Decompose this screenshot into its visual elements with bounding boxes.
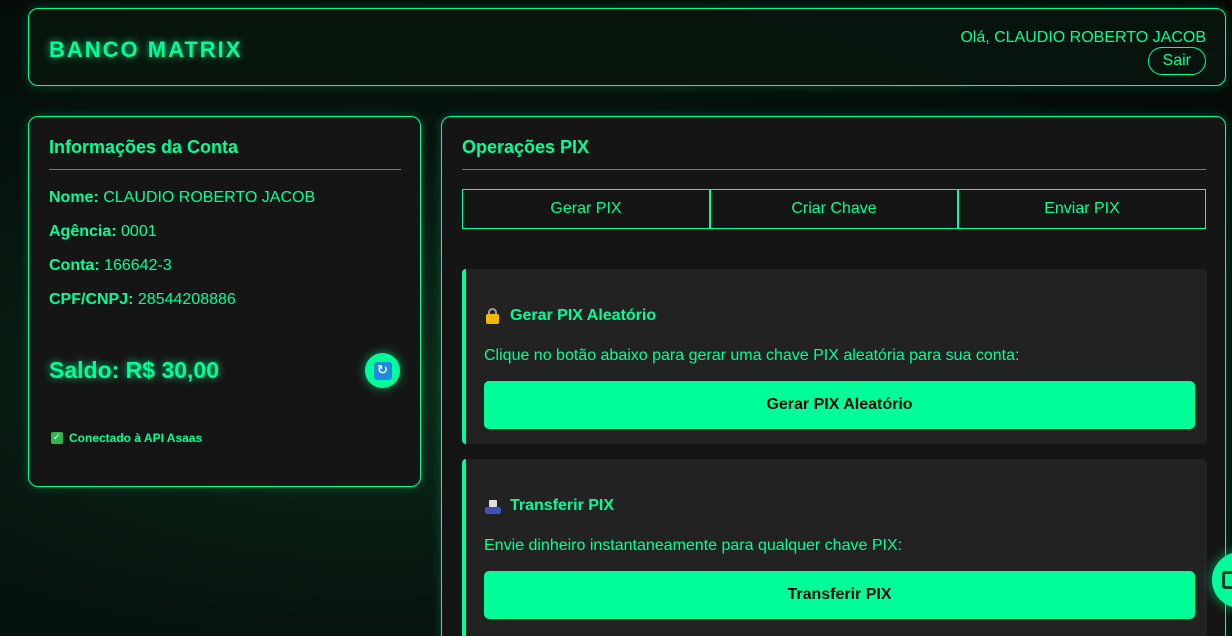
account-info-title: Informações da Conta	[49, 137, 239, 157]
refresh-icon: ↻	[373, 361, 392, 380]
api-status-text: Conectado à API Asaas	[69, 431, 203, 445]
generate-pix-button[interactable]: Gerar PIX Aleatório	[484, 381, 1195, 429]
card-description: Envie dinheiro instantaneamente para qua…	[484, 537, 903, 554]
field-value: 166642-3	[104, 257, 172, 274]
chat-icon	[1222, 571, 1232, 589]
card-description: Clique no botão abaixo para gerar uma ch…	[484, 347, 1020, 364]
account-name-row: Nome: CLAUDIO ROBERTO JACOB	[49, 189, 315, 207]
balance-value: R$ 30,00	[125, 357, 220, 383]
account-number-row: Conta: 166642-3	[49, 257, 172, 275]
api-status: ✓ Conectado à API Asaas	[51, 431, 202, 445]
lock-icon	[484, 308, 502, 324]
transfer-pix-card: Transferir PIX Envie dinheiro instantane…	[462, 459, 1207, 636]
check-icon: ✓	[51, 432, 63, 444]
tab-enviar-pix[interactable]: Enviar PIX	[958, 189, 1206, 229]
account-agency-row: Agência: 0001	[49, 223, 157, 241]
transfer-pix-button[interactable]: Transferir PIX	[484, 571, 1195, 619]
field-label: CPF/CNPJ:	[49, 291, 134, 308]
pix-tabs: Gerar PIX Criar Chave Enviar PIX	[462, 189, 1206, 229]
field-value: 28544208886	[137, 291, 236, 308]
app-header: BANCO MATRIX Olá, CLAUDIO ROBERTO JACOB …	[28, 8, 1226, 86]
field-label: Nome:	[49, 189, 99, 206]
divider	[49, 169, 401, 170]
divider	[462, 169, 1206, 170]
field-value: CLAUDIO ROBERTO JACOB	[103, 189, 316, 206]
user-greeting: Olá, CLAUDIO ROBERTO JACOB	[960, 29, 1206, 46]
refresh-balance-button[interactable]: ↻	[365, 353, 400, 388]
card-title: Gerar PIX Aleatório	[484, 307, 656, 325]
field-value: 0001	[121, 223, 157, 240]
pix-operations-panel: Operações PIX Gerar PIX Criar Chave Envi…	[441, 116, 1226, 636]
logout-button[interactable]: Sair	[1147, 47, 1206, 75]
pix-operations-title: Operações PIX	[462, 137, 590, 157]
tab-gerar-pix[interactable]: Gerar PIX	[462, 189, 710, 229]
balance-label: Saldo:	[49, 357, 120, 383]
field-label: Agência:	[49, 223, 117, 240]
card-title-text: Gerar PIX Aleatório	[510, 307, 657, 324]
account-info-panel: Informações da Conta Nome: CLAUDIO ROBER…	[28, 116, 421, 487]
account-document-row: CPF/CNPJ: 28544208886	[49, 291, 236, 309]
card-title-text: Transferir PIX	[510, 497, 615, 514]
transfer-icon	[484, 498, 502, 514]
tab-criar-chave[interactable]: Criar Chave	[710, 189, 958, 229]
generate-pix-card: Gerar PIX Aleatório Clique no botão abai…	[462, 269, 1207, 444]
field-label: Conta:	[49, 257, 100, 274]
brand-logo: BANCO MATRIX	[49, 37, 243, 62]
balance-display: Saldo: R$ 30,00	[49, 357, 219, 384]
card-title: Transferir PIX	[484, 497, 614, 515]
